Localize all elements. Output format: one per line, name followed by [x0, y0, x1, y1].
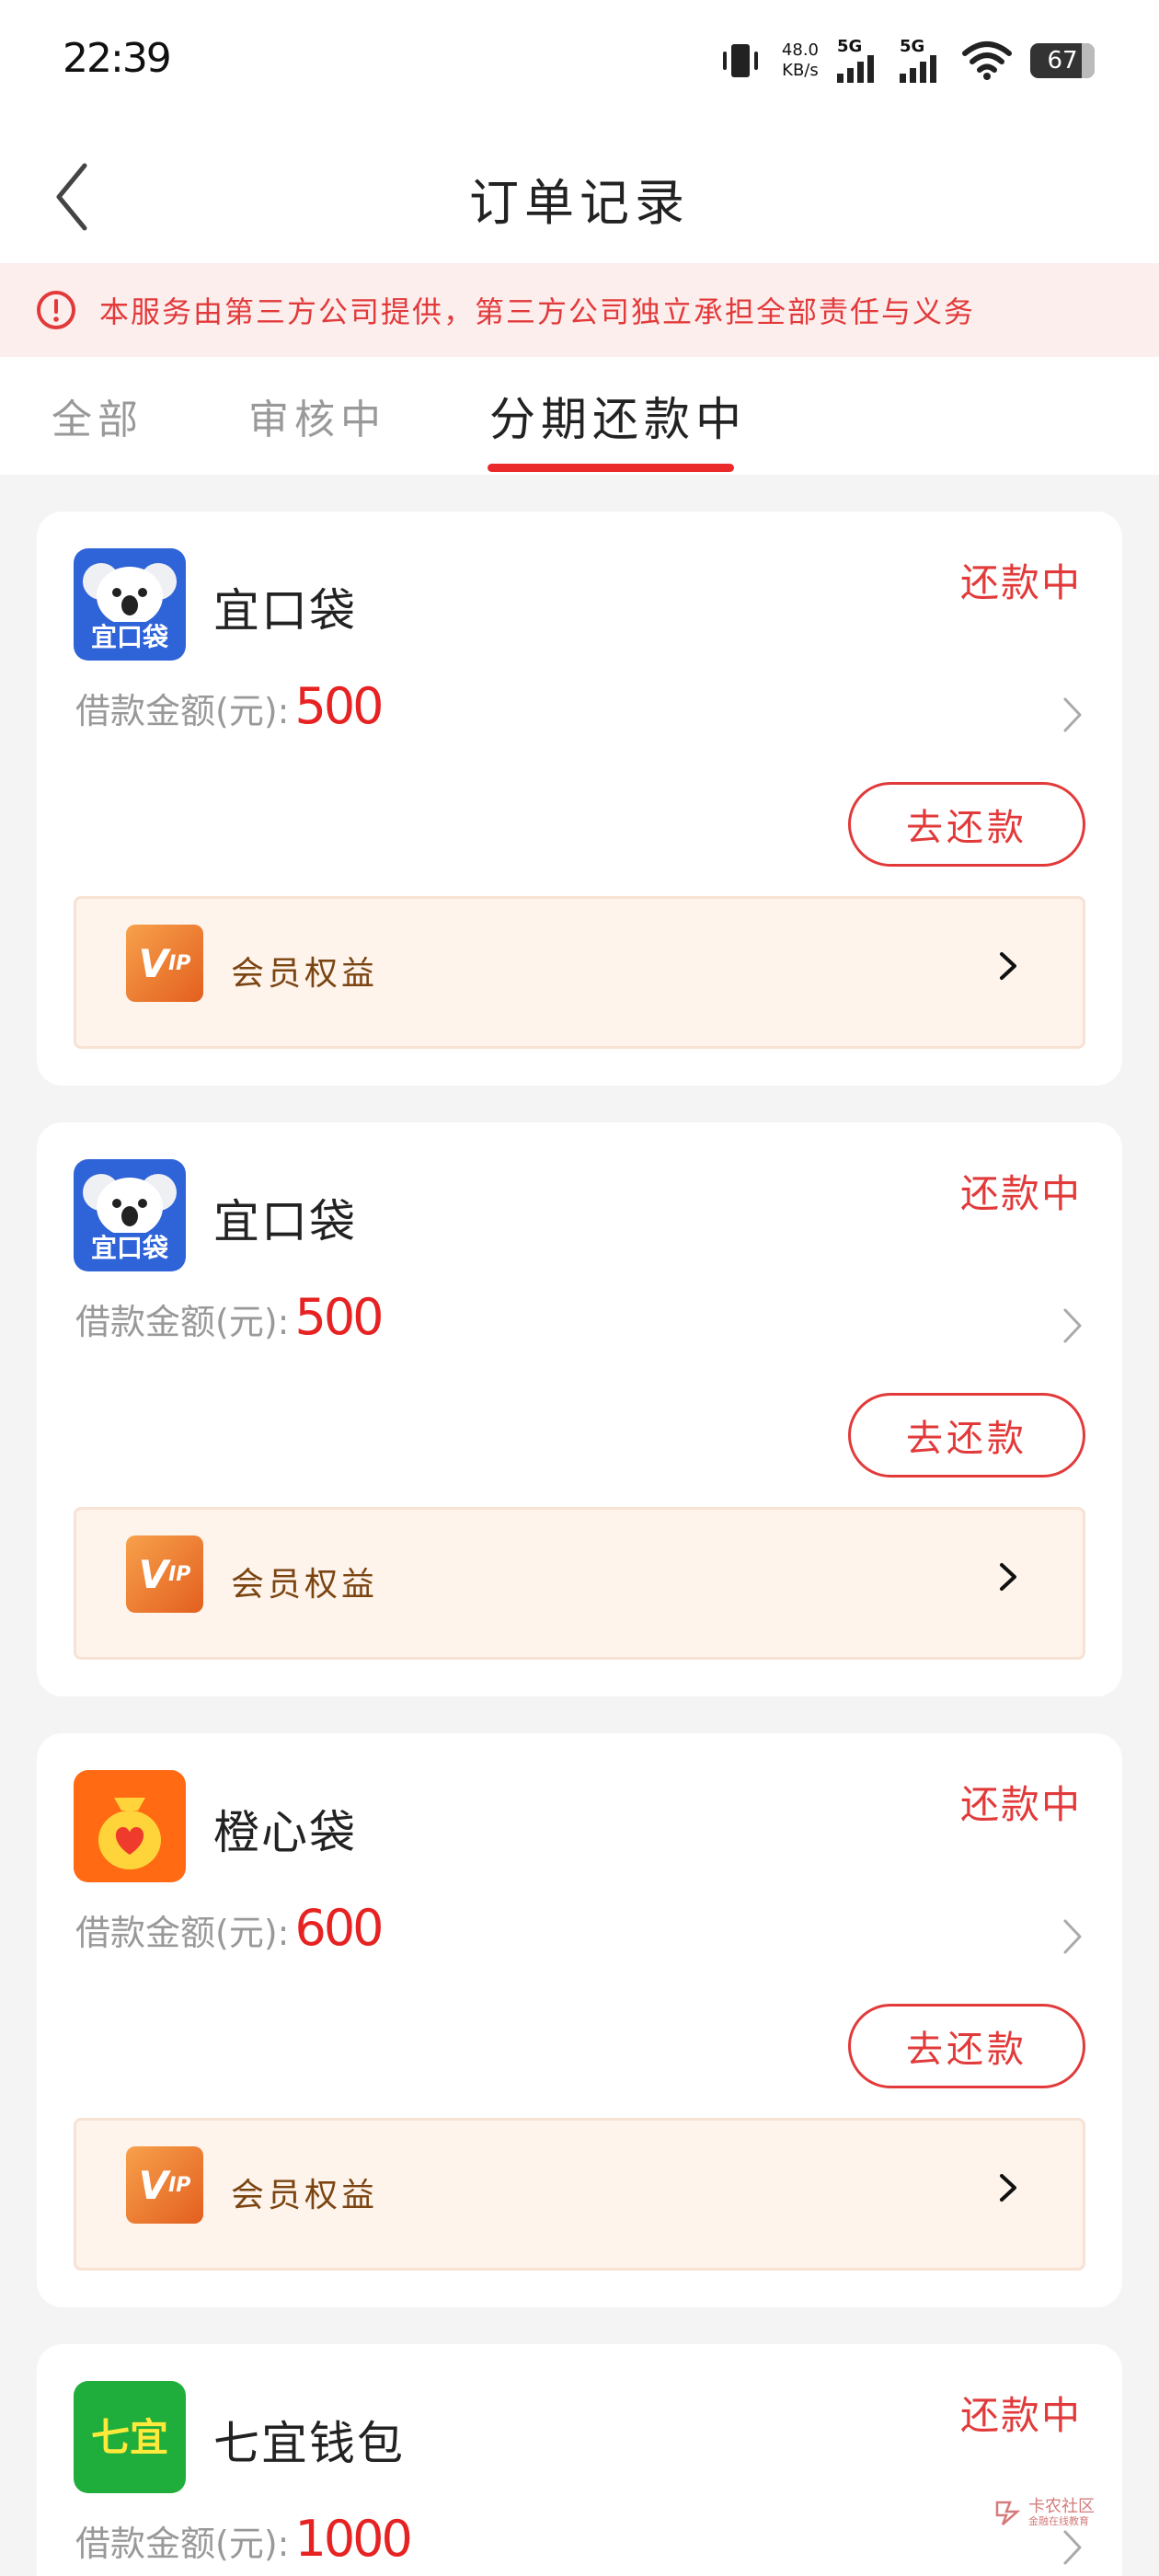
koala-icon: 宜口袋 [74, 548, 186, 661]
order-tabs: 全部 审核中 分期还款中 [0, 357, 1159, 475]
vip-label: 会员权益 [231, 955, 379, 993]
signal-bars-icon [900, 55, 936, 83]
repay-button[interactable]: 去还款 [848, 2004, 1085, 2088]
vip-benefits-row[interactable]: V IP 会员权益 [74, 2118, 1085, 2271]
net-speed: 48.0 KB/s [781, 40, 819, 80]
vip-benefits-row[interactable]: V IP 会员权益 [74, 896, 1085, 1049]
amount-value: 600 [294, 1899, 384, 1957]
status-time: 22:39 [63, 35, 172, 82]
vip-icon: V IP [126, 925, 203, 1002]
chevron-right-icon [1000, 952, 1016, 980]
product-name: 宜口袋 [213, 584, 357, 638]
chevron-right-icon [1000, 1563, 1016, 1591]
amount-value: 500 [294, 1288, 384, 1346]
battery-indicator: 67 [1030, 43, 1095, 78]
vip-benefits-row[interactable]: V IP 会员权益 [74, 1507, 1085, 1660]
chevron-right-icon[interactable] [1054, 692, 1091, 738]
signal-1: 5G [837, 39, 881, 83]
watermark: 卡农社区 金融在线教育 [992, 2491, 1111, 2534]
status-badge: 还款中 [959, 560, 1082, 605]
loan-amount: 借款金额(元): 500 [75, 1288, 384, 1346]
status-icons: 48.0 KB/s 5G 5G 67 [717, 33, 1095, 88]
watermark-logo-icon [995, 2501, 1021, 2525]
status-badge: 还款中 [959, 1782, 1082, 1827]
tab-all[interactable]: 全部 [52, 386, 143, 445]
tab-reviewing[interactable]: 审核中 [248, 386, 386, 445]
svg-text:宜口袋: 宜口袋 [91, 1233, 169, 1263]
repay-button[interactable]: 去还款 [848, 1393, 1085, 1478]
amount-value: 500 [294, 677, 384, 735]
chevron-right-icon [1000, 2174, 1016, 2202]
signal-2: 5G [900, 39, 944, 83]
page-title: 订单记录 [469, 174, 690, 232]
tab-installment-repaying[interactable]: 分期还款中 [489, 383, 747, 449]
vip-label: 会员权益 [231, 1566, 379, 1604]
active-tab-indicator [488, 464, 734, 472]
product-name: 橙心袋 [213, 1806, 357, 1859]
page-header: 订单记录 [0, 129, 1159, 263]
chevron-right-icon[interactable] [1054, 1914, 1091, 1960]
loan-amount: 借款金额(元): 1000 [75, 2510, 413, 2568]
status-badge: 还款中 [959, 2393, 1082, 2438]
vibrate-icon [722, 44, 758, 77]
svg-text:宜口袋: 宜口袋 [91, 622, 169, 652]
svg-text:七宜: 七宜 [91, 2415, 168, 2460]
loan-amount: 借款金额(元): 600 [75, 1899, 384, 1957]
status-bar: 22:39 48.0 KB/s 5G 5G 67 [0, 0, 1159, 129]
loan-amount: 借款金额(元): 500 [75, 677, 384, 735]
vip-icon: V IP [126, 1535, 203, 1613]
alert-circle-icon [37, 291, 75, 329]
product-name: 宜口袋 [213, 1195, 357, 1248]
amount-value: 1000 [294, 2510, 412, 2568]
third-party-notice: 本服务由第三方公司提供，第三方公司独立承担全部责任与义务 [0, 263, 1159, 357]
product-name: 七宜钱包 [213, 2417, 405, 2470]
wifi-icon [962, 41, 1012, 80]
order-card[interactable]: 橙心袋 还款中 借款金额(元): 600 去还款 V IP 会员权益 [37, 1733, 1122, 2307]
order-card[interactable]: 宜口袋 宜口袋 还款中 借款金额(元): 500 去还款 V IP 会员权益 [37, 1122, 1122, 1696]
order-card[interactable]: 宜口袋 宜口袋 还款中 借款金额(元): 500 去还款 V IP 会员权益 [37, 512, 1122, 1086]
notice-text: 本服务由第三方公司提供，第三方公司独立承担全部责任与义务 [99, 294, 976, 329]
vip-label: 会员权益 [231, 2177, 379, 2214]
money-bag-heart-icon [74, 1770, 186, 1882]
vip-icon: V IP [126, 2146, 203, 2224]
repay-button[interactable]: 去还款 [848, 782, 1085, 867]
status-badge: 还款中 [959, 1171, 1082, 1216]
signal-bars-icon [837, 55, 874, 83]
koala-icon: 宜口袋 [74, 1159, 186, 1271]
qiyi-logo-icon: 七宜 [74, 2381, 186, 2493]
chevron-right-icon[interactable] [1054, 1303, 1091, 1349]
order-card[interactable]: 七宜 七宜钱包 还款中 借款金额(元): 1000 [37, 2344, 1122, 2576]
